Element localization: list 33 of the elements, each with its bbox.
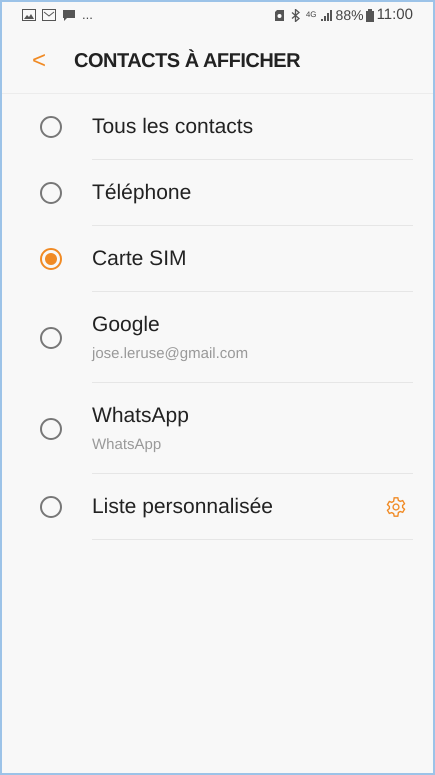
option-label: Téléphone: [92, 180, 192, 206]
option-label: Tous les contacts: [92, 114, 254, 140]
image-icon: [22, 9, 36, 21]
battery-icon: [366, 8, 374, 22]
radio-button[interactable]: [40, 182, 62, 204]
radio-button[interactable]: [40, 248, 62, 270]
option-row[interactable]: Carte SIM: [2, 226, 433, 292]
page-title: CONTACTS À AFFICHER: [74, 48, 300, 74]
option-label: Liste personnalisée: [92, 494, 274, 520]
message-icon: [62, 8, 76, 22]
email-icon: [42, 9, 56, 21]
option-label: WhatsApp: [92, 403, 190, 429]
option-row[interactable]: WhatsApp WhatsApp: [2, 383, 433, 474]
settings-icon[interactable]: [385, 496, 407, 518]
radio-button[interactable]: [40, 116, 62, 138]
radio-button[interactable]: [40, 418, 62, 440]
signal-icon: [320, 9, 334, 21]
option-row[interactable]: Liste personnalisée: [2, 474, 433, 540]
sim-icon: [274, 8, 285, 22]
option-row[interactable]: Téléphone: [2, 160, 433, 226]
option-label: Carte SIM: [92, 246, 188, 272]
option-label: Google: [92, 312, 161, 338]
option-subtitle: WhatsApp: [92, 434, 162, 454]
option-subtitle: jose.leruse@gmail.com: [92, 344, 250, 364]
option-row[interactable]: Tous les contacts: [2, 94, 433, 160]
radio-button[interactable]: [40, 496, 62, 518]
network-type: 4G: [306, 11, 317, 19]
more-notifications: ...: [82, 6, 93, 24]
bluetooth-icon: [290, 8, 300, 22]
option-row[interactable]: Google jose.leruse@gmail.com: [2, 292, 433, 383]
battery-percent: 88%: [336, 6, 364, 24]
radio-button[interactable]: [40, 326, 62, 348]
clock: 11:00: [376, 4, 413, 25]
